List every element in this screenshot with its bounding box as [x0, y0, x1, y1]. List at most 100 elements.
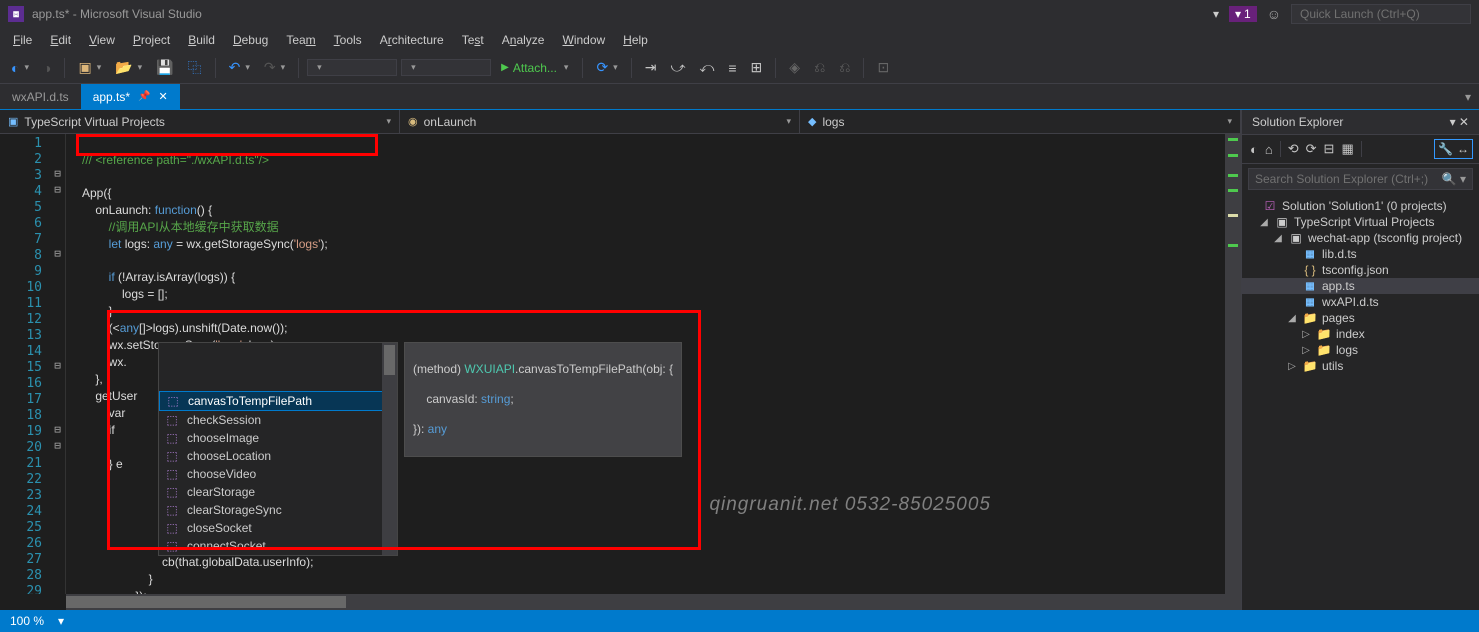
- node-ts-virtual[interactable]: ◢▣TypeScript Virtual Projects: [1242, 214, 1479, 230]
- fold-gutter[interactable]: ⊟ ⊟ ⊟ ⊟ ⊟ ⊟: [50, 134, 66, 594]
- node-logs[interactable]: ▷📁logs: [1242, 342, 1479, 358]
- node-lib-dts[interactable]: ▦lib.d.ts: [1242, 246, 1479, 262]
- tab-app-ts[interactable]: app.ts* 📌 ✕: [81, 84, 180, 109]
- intellisense-item[interactable]: ⬚canvasToTempFilePath: [159, 391, 397, 411]
- breadcrumb-method[interactable]: ◉onLaunch▾: [400, 110, 800, 133]
- intellisense-item[interactable]: ⬚connectSocket: [159, 537, 397, 555]
- menu-project[interactable]: Project: [124, 30, 179, 50]
- tb-icon-1[interactable]: ≡: [723, 57, 741, 79]
- nav-forward-button[interactable]: ◑: [38, 57, 56, 79]
- solution-tree[interactable]: ☑Solution 'Solution1' (0 projects) ◢▣Typ…: [1242, 194, 1479, 610]
- undo-button[interactable]: ↶: [224, 56, 255, 79]
- solution-search-input[interactable]: Search Solution Explorer (Ctrl+;) 🔍 ▾: [1248, 168, 1473, 190]
- code-editor[interactable]: 1 2 3 4 5 6 7 8 9 10 11 12 13 14 15 16 1…: [0, 134, 1241, 594]
- code-content[interactable]: /// <reference path="./wxAPI.d.ts"/> App…: [66, 134, 1241, 594]
- breadcrumb-field[interactable]: ◆logs▾: [800, 110, 1241, 133]
- tb-icon-2[interactable]: ⊞: [746, 56, 768, 79]
- node-wechat-app[interactable]: ◢▣wechat-app (tsconfig project): [1242, 230, 1479, 246]
- se-properties-icon[interactable]: 🔧: [1438, 142, 1453, 156]
- document-tabs: wxAPI.d.ts app.ts* 📌 ✕ ▾: [0, 84, 1479, 110]
- main-toolbar: ◐ ◑ ▣ 📂 💾 ⿻ ↶ ↷ Attach... ⟳ ⇥ ⤻ ⤺ ≡ ⊞ ◈ …: [0, 52, 1479, 84]
- notification-badge[interactable]: ▾1: [1229, 6, 1257, 22]
- quick-launch-input[interactable]: Quick Launch (Ctrl+Q): [1291, 4, 1471, 24]
- tb-icon-4[interactable]: ⎌: [834, 56, 855, 79]
- intellisense-item[interactable]: ⬚chooseImage: [159, 429, 397, 447]
- signature-tooltip: (method) WXUIAPI.canvasToTempFilePath(ob…: [404, 342, 682, 457]
- se-back-icon[interactable]: ◐: [1248, 140, 1260, 159]
- solution-root[interactable]: ☑Solution 'Solution1' (0 projects): [1242, 198, 1479, 214]
- solution-config-dropdown[interactable]: [307, 59, 397, 76]
- status-bar: 100 % ▾: [0, 610, 1479, 632]
- window-title: app.ts* - Microsoft Visual Studio: [32, 7, 202, 21]
- zoom-level[interactable]: 100 %: [10, 614, 44, 628]
- intellisense-item[interactable]: ⬚chooseVideo: [159, 465, 397, 483]
- se-home-icon[interactable]: ⌂: [1263, 140, 1275, 159]
- intellisense-item[interactable]: ⬚clearStorageSync: [159, 501, 397, 519]
- se-sync-icon[interactable]: ⟲: [1286, 139, 1301, 159]
- intellisense-popup[interactable]: ⬚canvasToTempFilePath⬚checkSession⬚choos…: [158, 342, 398, 556]
- intellisense-item[interactable]: ⬚checkSession: [159, 411, 397, 429]
- method-icon: ⬚: [165, 431, 179, 445]
- menu-help[interactable]: Help: [614, 30, 657, 50]
- node-app-ts[interactable]: ▦app.ts: [1242, 278, 1479, 294]
- menu-team[interactable]: Team: [277, 30, 324, 50]
- browser-link-button[interactable]: ⟳: [591, 56, 622, 79]
- menu-tools[interactable]: Tools: [325, 30, 371, 50]
- pin-icon[interactable]: 📌: [138, 91, 150, 102]
- horizontal-scrollbar[interactable]: [66, 594, 1241, 610]
- se-refresh-icon[interactable]: ⟳: [1304, 139, 1319, 159]
- feedback-icon[interactable]: ☺: [1267, 6, 1281, 22]
- menu-analyze[interactable]: Analyze: [493, 30, 554, 50]
- node-tsconfig[interactable]: { }tsconfig.json: [1242, 262, 1479, 278]
- save-all-button[interactable]: ⿻: [183, 55, 207, 81]
- close-icon[interactable]: ✕: [159, 90, 168, 103]
- step-over-icon[interactable]: ⤻: [665, 56, 690, 79]
- solution-explorer-header: Solution Explorer ▾ ✕: [1242, 110, 1479, 135]
- redo-button[interactable]: ↷: [259, 56, 290, 79]
- nav-back-button[interactable]: ◐: [6, 57, 34, 79]
- flag-icon[interactable]: ▾: [1213, 7, 1219, 21]
- tb-icon-5[interactable]: ⊡: [872, 56, 894, 79]
- menu-test[interactable]: Test: [453, 30, 493, 50]
- intellisense-item[interactable]: ⬚chooseLocation: [159, 447, 397, 465]
- se-showall-icon[interactable]: ▦: [1339, 139, 1355, 159]
- menu-file[interactable]: File: [4, 30, 41, 50]
- menu-view[interactable]: View: [80, 30, 124, 50]
- intellisense-item[interactable]: ⬚closeSocket: [159, 519, 397, 537]
- method-icon: ⬚: [165, 467, 179, 481]
- zoom-dropdown-icon[interactable]: ▾: [58, 614, 64, 628]
- new-project-button[interactable]: ▣: [73, 56, 106, 79]
- menu-edit[interactable]: Edit: [41, 30, 80, 50]
- open-file-button[interactable]: 📂: [110, 56, 147, 79]
- panel-menu-icon[interactable]: ▾ ✕: [1450, 115, 1469, 129]
- intellisense-scrollbar[interactable]: [382, 343, 397, 555]
- bookmark-icon[interactable]: ◈: [784, 56, 805, 79]
- se-collapse-icon[interactable]: ⊟: [1322, 139, 1337, 159]
- method-icon: ⬚: [166, 394, 180, 408]
- intellisense-item[interactable]: ⬚clearStorage: [159, 483, 397, 501]
- breadcrumb-project[interactable]: ▣TypeScript Virtual Projects▾: [0, 110, 400, 133]
- step-into-icon[interactable]: ⇥: [640, 56, 662, 79]
- method-icon: ⬚: [165, 449, 179, 463]
- method-icon: ⬚: [165, 485, 179, 499]
- vertical-scrollbar[interactable]: [1225, 134, 1241, 594]
- se-preview-icon[interactable]: ↔: [1457, 142, 1469, 156]
- node-index[interactable]: ▷📁index: [1242, 326, 1479, 342]
- node-pages[interactable]: ◢📁pages: [1242, 310, 1479, 326]
- tb-icon-3[interactable]: ⎌: [809, 56, 830, 79]
- node-utils[interactable]: ▷📁utils: [1242, 358, 1479, 374]
- attach-button[interactable]: Attach...: [495, 59, 574, 77]
- menu-architecture[interactable]: Architecture: [371, 30, 453, 50]
- node-wxapi-dts[interactable]: ▦wxAPI.d.ts: [1242, 294, 1479, 310]
- menu-build[interactable]: Build: [179, 30, 224, 50]
- solution-explorer: Solution Explorer ▾ ✕ ◐ ⌂ ⟲ ⟳ ⊟ ▦ 🔧 ↔ Se…: [1241, 110, 1479, 610]
- tab-dropdown-icon[interactable]: ▾: [1465, 90, 1471, 104]
- save-button[interactable]: 💾: [151, 56, 178, 79]
- menu-window[interactable]: Window: [553, 30, 614, 50]
- solution-platform-dropdown[interactable]: [401, 59, 491, 76]
- menu-debug[interactable]: Debug: [224, 30, 277, 50]
- method-icon: ⬚: [165, 413, 179, 427]
- search-dropdown-icon[interactable]: 🔍 ▾: [1442, 172, 1466, 186]
- step-out-icon[interactable]: ⤺: [694, 56, 719, 79]
- tab-wxapi[interactable]: wxAPI.d.ts: [0, 84, 81, 109]
